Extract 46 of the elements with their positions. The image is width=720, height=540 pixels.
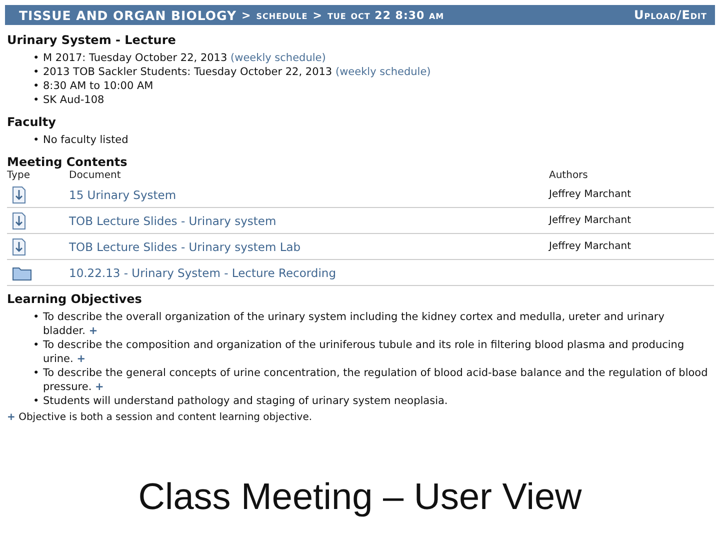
breadcrumb-separator: >: [242, 8, 252, 22]
list-bullet: •: [33, 79, 40, 93]
breadcrumb-link[interactable]: tue oct 22 8:30 am: [327, 8, 444, 22]
session-detail: SK Aud-108: [43, 93, 106, 107]
document-link[interactable]: TOB Lecture Slides - Urinary system Lab: [69, 240, 301, 254]
section-heading: Learning Objectives: [7, 292, 143, 306]
upload-edit-link[interactable]: Upload/Edit: [634, 8, 707, 22]
document-link[interactable]: 10.22.13 - Urinary System - Lecture Recording: [69, 266, 336, 280]
list-bullet: •: [33, 338, 40, 352]
download-file-icon: [12, 212, 26, 230]
objective-item: To describe the composition and organization of the uriniferous tubule and its role in filtering blood plasma and producing urine. +: [43, 338, 686, 366]
list-bullet: •: [33, 366, 40, 380]
list-bullet: •: [33, 51, 40, 65]
section-heading: Meeting Contents: [7, 155, 128, 169]
session-detail: M 2017: Tuesday October 22, 2013 (weekly schedule): [43, 51, 327, 65]
column-header: Type: [7, 169, 31, 182]
document-link[interactable]: TOB Lecture Slides - Urinary system: [69, 214, 276, 228]
list-bullet: •: [33, 65, 40, 79]
author-name: Jeffrey Marchant: [549, 215, 632, 226]
author-name: Jeffrey Marchant: [549, 189, 632, 200]
section-heading: Faculty: [7, 115, 57, 129]
schedule-link[interactable]: (weekly schedule): [335, 66, 431, 78]
folder-icon: [12, 264, 32, 280]
objective-item: To describe the general concepts of urine concentration, the regulation of blood acid-base balance and the regulation of blood pressure. +: [43, 366, 709, 394]
schedule-link[interactable]: (weekly schedule): [230, 52, 326, 64]
column-header: Authors: [549, 169, 589, 182]
slide-caption: Class Meeting – User View: [138, 476, 582, 517]
session-detail: 8:30 AM to 10:00 AM: [43, 79, 154, 93]
breadcrumb-link[interactable]: schedule: [256, 8, 308, 22]
list-bullet: •: [33, 93, 40, 107]
objective-item: Students will understand pathology and staging of urinary system neoplasia.: [43, 394, 449, 408]
session-title: Urinary System - Lecture: [7, 33, 177, 47]
faculty-item: No faculty listed: [43, 133, 130, 147]
document-link[interactable]: 15 Urinary System: [69, 188, 176, 202]
objective-item: To describe the overall organization of the urinary system including the kidney cortex and medulla, ureter and urinary bladder. +: [43, 310, 666, 338]
objective-footnote: + Objective is both a session and content learning objective.: [7, 412, 314, 423]
download-file-icon: [12, 238, 26, 256]
list-bullet: •: [33, 133, 40, 147]
breadcrumb-separator: >: [312, 8, 322, 22]
course-title: TISSUE AND ORGAN BIOLOGY: [19, 8, 237, 22]
column-header: Document: [69, 169, 122, 182]
session-detail: 2013 TOB Sackler Students: Tuesday October 22, 2013 (weekly schedule): [43, 65, 432, 79]
download-file-icon: [12, 186, 26, 204]
author-name: Jeffrey Marchant: [549, 241, 632, 252]
list-bullet: •: [33, 394, 40, 408]
list-bullet: •: [33, 310, 40, 324]
